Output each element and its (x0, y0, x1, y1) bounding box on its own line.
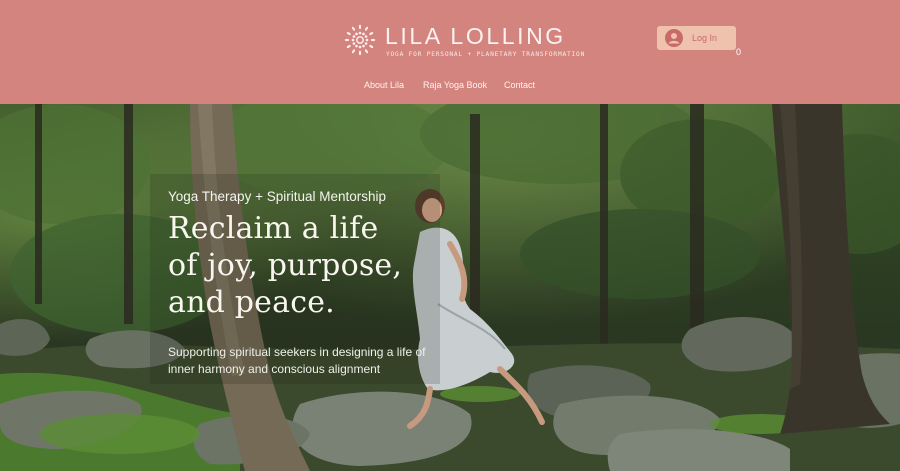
hero-headline: Reclaim a life of joy, purpose, and peac… (168, 211, 403, 320)
hero-eyebrow: Yoga Therapy + Spiritual Mentorship (168, 189, 387, 204)
site-header: LILA LOLLING YOGA FOR PERSONAL + PLANETA… (0, 0, 900, 104)
hero-section: Yoga Therapy + Spiritual Mentorship Recl… (0, 104, 900, 471)
hero-forest-image (0, 104, 900, 471)
cart-count[interactable]: 0 (736, 47, 741, 57)
login-label: Log In (692, 33, 718, 43)
brand-tagline: YOGA FOR PERSONAL + PLANETARY TRANSFORMA… (386, 51, 586, 58)
main-nav: About Lila Raja Yoga Book Contact (0, 79, 900, 91)
brand-name: LILA LOLLING (385, 23, 566, 49)
user-avatar-icon (665, 29, 683, 47)
nav-item-about[interactable]: About Lila (364, 79, 404, 91)
hero-subline: Supporting spiritual seekers in designin… (168, 345, 426, 376)
cart-icon[interactable] (731, 44, 735, 48)
nav-item-contact[interactable]: Contact (504, 79, 535, 91)
nav-item-raja-yoga-book[interactable]: Raja Yoga Book (423, 79, 487, 91)
sun-mandala-icon (344, 24, 376, 56)
login-button[interactable]: Log In (657, 26, 736, 50)
